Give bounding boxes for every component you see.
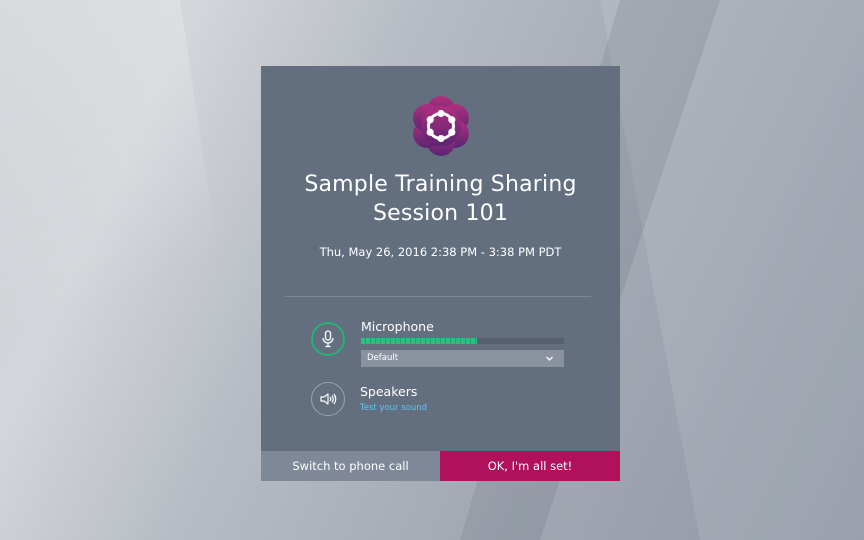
session-title: Sample Training Sharing Session 101 [261,170,620,228]
chevron-down-icon [546,356,553,361]
test-sound-link[interactable]: Test your sound [360,403,427,413]
microphone-status [311,322,345,356]
microphone-device-value: Default [367,353,399,363]
session-title-line: Sample Training Sharing [304,172,577,197]
microphone-level-fill [361,338,477,344]
microphone-device-select[interactable]: Default [361,350,564,367]
speaker-icon [320,393,337,405]
speakers-label: Speakers [360,384,418,399]
audio-setup-dialog: Sample Training Sharing Session 101 Thu,… [261,66,620,481]
gotomeeting-logo [413,96,469,156]
switch-to-phone-button[interactable]: Switch to phone call [261,451,440,481]
microphone-label: Microphone [361,319,434,334]
divider [285,296,591,297]
ok-all-set-button[interactable]: OK, I'm all set! [440,451,620,481]
microphone-icon [322,330,334,348]
session-datetime: Thu, May 26, 2016 2:38 PM - 3:38 PM PDT [319,245,562,259]
speaker-test-button[interactable] [311,382,345,416]
session-title-line: Session 101 [372,201,509,226]
microphone-level-meter [361,338,564,344]
